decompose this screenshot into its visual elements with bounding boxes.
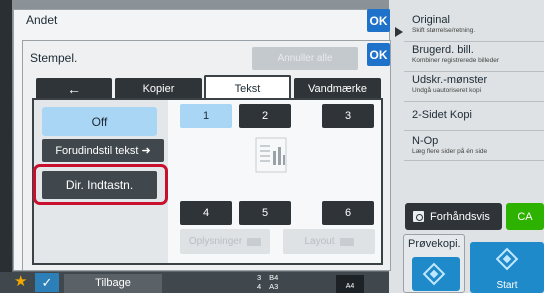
dialog-title: Andet	[26, 13, 58, 27]
divider	[404, 101, 544, 102]
start-diamond-icon	[495, 247, 519, 271]
clear-all-button[interactable]: CA	[506, 203, 544, 230]
document-preview-icon	[255, 137, 287, 173]
tab-watermark[interactable]: Vandmærke	[294, 78, 381, 99]
duplex-copy-title: 2-Sidet Kopi	[412, 109, 472, 121]
divider	[404, 71, 544, 72]
original-subtitle: Skift størrelse/retning.	[412, 27, 476, 34]
proof-copy-button[interactable]	[412, 257, 460, 291]
preview-button[interactable]: Forhåndsvis	[405, 203, 502, 230]
information-label: Oplysninger	[188, 236, 243, 247]
paper-size-indicator: A4	[336, 275, 364, 293]
paper-tray-info: 3 B4 4 A3	[235, 273, 335, 293]
print-pattern-item[interactable]: Udskr.-mønster Undgå uautoriseret kopi	[412, 74, 542, 94]
original-item[interactable]: Original Skift størrelse/retning.	[412, 14, 542, 34]
triangle-right-icon	[395, 27, 403, 37]
divider	[404, 130, 544, 131]
position-3-button[interactable]: 3	[322, 104, 374, 128]
cancel-all-button[interactable]: Annuller alle	[252, 47, 358, 70]
arrow-left-icon: ←	[67, 80, 81, 97]
arrow-right-icon: ➜	[141, 145, 151, 157]
stamp-ok-button[interactable]: OK	[367, 43, 390, 66]
left-edge-strip	[0, 0, 12, 293]
position-2-button[interactable]: 2	[239, 104, 291, 128]
custom-image-subtitle: Kombiner registrerede billeder	[412, 57, 500, 64]
preview-icon	[413, 211, 424, 222]
tab-text[interactable]: Tekst	[204, 75, 291, 100]
tab-back[interactable]: ←	[36, 78, 112, 99]
tray-size: B4	[269, 273, 279, 282]
position-4-button[interactable]: 4	[180, 201, 232, 225]
preset-text-label: Forudindstil tekst	[55, 144, 139, 157]
position-6-button[interactable]: 6	[322, 201, 374, 225]
stamp-dialog-title: Stempel.	[30, 51, 78, 65]
star-icon[interactable]: ★	[14, 271, 27, 292]
print-pattern-subtitle: Undgå uautoriseret kopi	[412, 87, 482, 94]
checkmark-icon[interactable]: ✓	[35, 273, 59, 292]
start-diamond-icon	[422, 262, 446, 286]
information-button[interactable]: Oplysninger	[180, 229, 270, 254]
original-title: Original	[412, 14, 450, 26]
proof-copy-label: Prøvekopi.	[408, 238, 461, 250]
divider	[404, 160, 544, 161]
tray-number: 3	[257, 273, 262, 282]
off-button[interactable]: Off	[42, 107, 157, 136]
duplex-copy-item[interactable]: 2-Sidet Kopi	[412, 109, 542, 121]
tray-size: A3	[269, 282, 279, 291]
layout-button[interactable]: Layout	[283, 229, 375, 254]
n-up-title: N-Op	[412, 135, 439, 147]
back-button[interactable]: Tilbage	[64, 274, 162, 293]
divider	[404, 41, 544, 42]
position-5-button[interactable]: 5	[239, 201, 291, 225]
n-up-item[interactable]: N-Op Læg flere sider på én side	[412, 135, 542, 155]
position-1-button[interactable]: 1	[180, 104, 232, 128]
n-up-subtitle: Læg flere sider på én side	[412, 148, 488, 155]
layout-label: Layout	[304, 236, 335, 247]
preset-text-button[interactable]: Forudindstil tekst ➜	[42, 139, 164, 162]
start-label: Start	[496, 280, 518, 291]
tray-row: 4 A3	[257, 282, 335, 291]
preview-label: Forhåndsvis	[430, 210, 490, 223]
custom-image-item[interactable]: Brugerd. bill. Kombiner registrerede bil…	[412, 44, 542, 64]
print-pattern-title: Udskr.-mønster	[412, 74, 488, 86]
tag-icon	[247, 237, 262, 246]
custom-image-title: Brugerd. bill.	[412, 44, 474, 56]
tab-copy[interactable]: Kopier	[115, 78, 202, 99]
highlight-outline	[33, 164, 168, 205]
tray-row: 3 B4	[257, 273, 335, 282]
tray-number: 4	[257, 282, 262, 291]
ok-button[interactable]: OK	[367, 9, 390, 32]
tag-icon	[339, 237, 354, 246]
